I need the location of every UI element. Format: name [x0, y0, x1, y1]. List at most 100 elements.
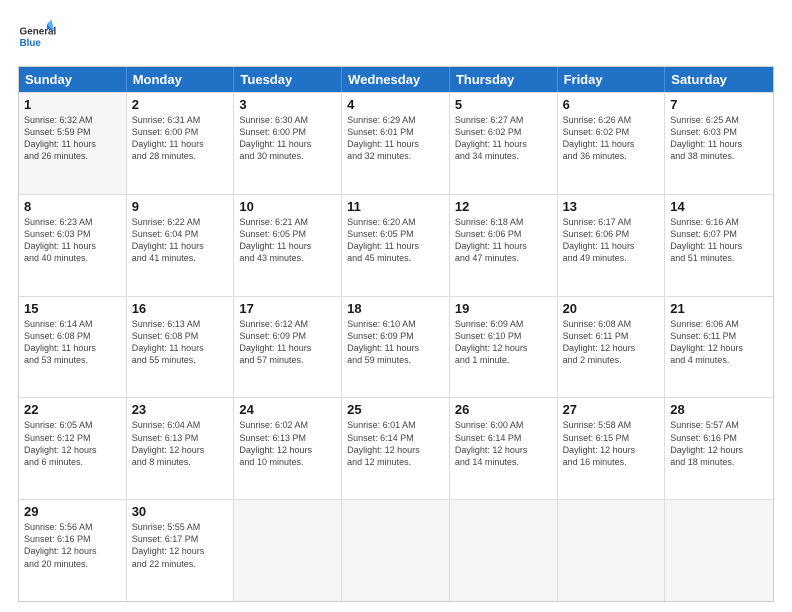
- day-info: Sunrise: 6:20 AM Sunset: 6:05 PM Dayligh…: [347, 216, 444, 265]
- day-info: Sunrise: 5:57 AM Sunset: 6:16 PM Dayligh…: [670, 419, 768, 468]
- calendar-cell: [665, 500, 773, 601]
- day-info: Sunrise: 5:58 AM Sunset: 6:15 PM Dayligh…: [563, 419, 660, 468]
- calendar-cell: 19 Sunrise: 6:09 AM Sunset: 6:10 PM Dayli…: [450, 297, 558, 398]
- calendar-cell: 30 Sunrise: 5:55 AM Sunset: 6:17 PM Dayli…: [127, 500, 235, 601]
- logo-icon: General Blue: [18, 18, 56, 56]
- calendar-cell: 17 Sunrise: 6:12 AM Sunset: 6:09 PM Dayli…: [234, 297, 342, 398]
- day-info: Sunrise: 6:32 AM Sunset: 5:59 PM Dayligh…: [24, 114, 121, 163]
- calendar-cell: [234, 500, 342, 601]
- day-number: 15: [24, 301, 121, 316]
- day-info: Sunrise: 6:31 AM Sunset: 6:00 PM Dayligh…: [132, 114, 229, 163]
- day-number: 10: [239, 199, 336, 214]
- calendar-cell: 3Sunrise: 6:30 AM Sunset: 6:00 PM Daylig…: [234, 93, 342, 194]
- calendar-week-4: 29 Sunrise: 5:56 AM Sunset: 6:16 PM Dayli…: [19, 499, 773, 601]
- day-info: Sunrise: 6:23 AM Sunset: 6:03 PM Dayligh…: [24, 216, 121, 265]
- day-info: Sunrise: 6:10 AM Sunset: 6:09 PM Dayligh…: [347, 318, 444, 367]
- day-info: Sunrise: 5:56 AM Sunset: 6:16 PM Dayligh…: [24, 521, 121, 570]
- day-number: 1: [24, 97, 121, 112]
- day-number: 21: [670, 301, 768, 316]
- calendar-cell: [342, 500, 450, 601]
- day-number: 2: [132, 97, 229, 112]
- header-day-wednesday: Wednesday: [342, 67, 450, 92]
- calendar-cell: 20 Sunrise: 6:08 AM Sunset: 6:11 PM Dayli…: [558, 297, 666, 398]
- calendar-cell: 29 Sunrise: 5:56 AM Sunset: 6:16 PM Dayli…: [19, 500, 127, 601]
- day-number: 30: [132, 504, 229, 519]
- calendar-header: SundayMondayTuesdayWednesdayThursdayFrid…: [19, 67, 773, 92]
- day-number: 19: [455, 301, 552, 316]
- day-info: Sunrise: 6:13 AM Sunset: 6:08 PM Dayligh…: [132, 318, 229, 367]
- calendar-cell: 14 Sunrise: 6:16 AM Sunset: 6:07 PM Dayli…: [665, 195, 773, 296]
- svg-text:Blue: Blue: [20, 38, 42, 49]
- day-info: Sunrise: 6:18 AM Sunset: 6:06 PM Dayligh…: [455, 216, 552, 265]
- day-number: 29: [24, 504, 121, 519]
- calendar-cell: 13 Sunrise: 6:17 AM Sunset: 6:06 PM Dayli…: [558, 195, 666, 296]
- calendar-body: 1 Sunrise: 6:32 AM Sunset: 5:59 PM Daylig…: [19, 92, 773, 601]
- day-info: Sunrise: 6:14 AM Sunset: 6:08 PM Dayligh…: [24, 318, 121, 367]
- day-number: 14: [670, 199, 768, 214]
- header-day-saturday: Saturday: [665, 67, 773, 92]
- calendar-cell: 22 Sunrise: 6:05 AM Sunset: 6:12 PM Dayli…: [19, 398, 127, 499]
- day-info: Sunrise: 6:06 AM Sunset: 6:11 PM Dayligh…: [670, 318, 768, 367]
- day-number: 23: [132, 402, 229, 417]
- day-number: 27: [563, 402, 660, 417]
- day-number: 4: [347, 97, 444, 112]
- day-info: Sunrise: 6:29 AM Sunset: 6:01 PM Dayligh…: [347, 114, 444, 163]
- calendar-cell: 24 Sunrise: 6:02 AM Sunset: 6:13 PM Dayli…: [234, 398, 342, 499]
- day-number: 28: [670, 402, 768, 417]
- calendar-cell: 16 Sunrise: 6:13 AM Sunset: 6:08 PM Dayli…: [127, 297, 235, 398]
- header: General Blue: [18, 18, 774, 56]
- calendar-cell: 6 Sunrise: 6:26 AM Sunset: 6:02 PM Daylig…: [558, 93, 666, 194]
- calendar-cell: 26Sunrise: 6:00 AM Sunset: 6:14 PM Dayli…: [450, 398, 558, 499]
- day-info: Sunrise: 6:30 AM Sunset: 6:00 PM Dayligh…: [239, 114, 336, 163]
- calendar-cell: 23 Sunrise: 6:04 AM Sunset: 6:13 PM Dayli…: [127, 398, 235, 499]
- calendar-cell: 18 Sunrise: 6:10 AM Sunset: 6:09 PM Dayli…: [342, 297, 450, 398]
- day-number: 13: [563, 199, 660, 214]
- calendar-week-1: 8 Sunrise: 6:23 AM Sunset: 6:03 PM Daylig…: [19, 194, 773, 296]
- day-number: 18: [347, 301, 444, 316]
- day-info: Sunrise: 6:16 AM Sunset: 6:07 PM Dayligh…: [670, 216, 768, 265]
- header-day-thursday: Thursday: [450, 67, 558, 92]
- calendar-cell: 2 Sunrise: 6:31 AM Sunset: 6:00 PM Daylig…: [127, 93, 235, 194]
- logo: General Blue: [18, 18, 60, 56]
- calendar: SundayMondayTuesdayWednesdayThursdayFrid…: [18, 66, 774, 602]
- day-info: Sunrise: 6:00 AM Sunset: 6:14 PM Dayligh…: [455, 419, 552, 468]
- day-info: Sunrise: 5:55 AM Sunset: 6:17 PM Dayligh…: [132, 521, 229, 570]
- day-info: Sunrise: 6:17 AM Sunset: 6:06 PM Dayligh…: [563, 216, 660, 265]
- calendar-cell: [450, 500, 558, 601]
- calendar-week-2: 15 Sunrise: 6:14 AM Sunset: 6:08 PM Dayli…: [19, 296, 773, 398]
- calendar-cell: 1 Sunrise: 6:32 AM Sunset: 5:59 PM Daylig…: [19, 93, 127, 194]
- day-number: 8: [24, 199, 121, 214]
- calendar-cell: 9Sunrise: 6:22 AM Sunset: 6:04 PM Daylig…: [127, 195, 235, 296]
- day-info: Sunrise: 6:12 AM Sunset: 6:09 PM Dayligh…: [239, 318, 336, 367]
- header-day-sunday: Sunday: [19, 67, 127, 92]
- day-info: Sunrise: 6:09 AM Sunset: 6:10 PM Dayligh…: [455, 318, 552, 367]
- day-number: 25: [347, 402, 444, 417]
- day-info: Sunrise: 6:02 AM Sunset: 6:13 PM Dayligh…: [239, 419, 336, 468]
- calendar-cell: 4 Sunrise: 6:29 AM Sunset: 6:01 PM Daylig…: [342, 93, 450, 194]
- day-number: 16: [132, 301, 229, 316]
- day-number: 5: [455, 97, 552, 112]
- day-info: Sunrise: 6:08 AM Sunset: 6:11 PM Dayligh…: [563, 318, 660, 367]
- day-info: Sunrise: 6:22 AM Sunset: 6:04 PM Dayligh…: [132, 216, 229, 265]
- calendar-week-0: 1 Sunrise: 6:32 AM Sunset: 5:59 PM Daylig…: [19, 92, 773, 194]
- day-info: Sunrise: 6:05 AM Sunset: 6:12 PM Dayligh…: [24, 419, 121, 468]
- day-number: 12: [455, 199, 552, 214]
- day-info: Sunrise: 6:25 AM Sunset: 6:03 PM Dayligh…: [670, 114, 768, 163]
- day-number: 17: [239, 301, 336, 316]
- day-number: 6: [563, 97, 660, 112]
- calendar-cell: 28 Sunrise: 5:57 AM Sunset: 6:16 PM Dayli…: [665, 398, 773, 499]
- header-day-tuesday: Tuesday: [234, 67, 342, 92]
- day-info: Sunrise: 6:04 AM Sunset: 6:13 PM Dayligh…: [132, 419, 229, 468]
- day-number: 24: [239, 402, 336, 417]
- day-number: 20: [563, 301, 660, 316]
- day-number: 22: [24, 402, 121, 417]
- calendar-cell: 11 Sunrise: 6:20 AM Sunset: 6:05 PM Dayli…: [342, 195, 450, 296]
- calendar-cell: 10Sunrise: 6:21 AM Sunset: 6:05 PM Dayli…: [234, 195, 342, 296]
- calendar-cell: [558, 500, 666, 601]
- calendar-cell: 27 Sunrise: 5:58 AM Sunset: 6:15 PM Dayli…: [558, 398, 666, 499]
- header-day-friday: Friday: [558, 67, 666, 92]
- day-number: 11: [347, 199, 444, 214]
- day-info: Sunrise: 6:26 AM Sunset: 6:02 PM Dayligh…: [563, 114, 660, 163]
- day-info: Sunrise: 6:27 AM Sunset: 6:02 PM Dayligh…: [455, 114, 552, 163]
- day-info: Sunrise: 6:01 AM Sunset: 6:14 PM Dayligh…: [347, 419, 444, 468]
